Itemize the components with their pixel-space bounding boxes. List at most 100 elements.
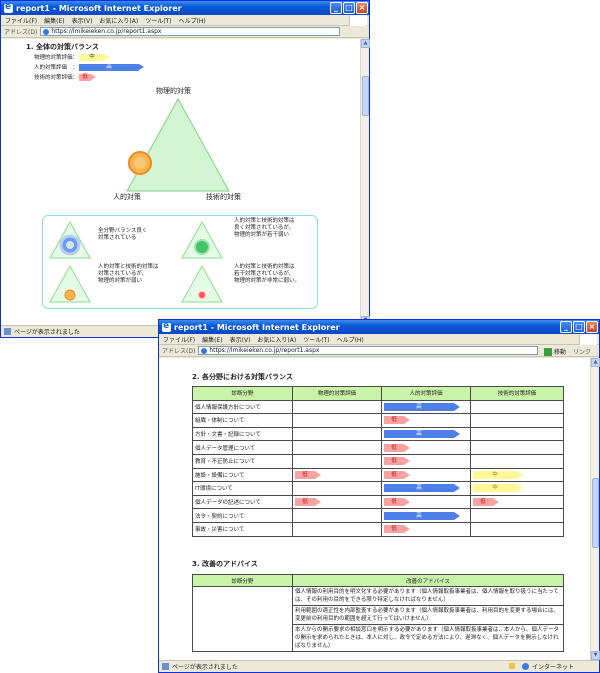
page-done-icon	[4, 327, 11, 335]
field-cell: IT環境について	[192, 481, 293, 496]
triangle-label-top: 物理的対策	[156, 87, 191, 95]
level-bar: 中	[473, 484, 523, 493]
balance-row-tech: 技術的対策評価：低	[34, 72, 139, 82]
ie-window-front[interactable]: report1 - Microsoft Internet Explorer _ …	[158, 319, 600, 673]
tech-cell	[470, 508, 564, 523]
menu-favorites[interactable]: お気に入り(A)	[257, 335, 296, 344]
status-bar: ページが表示されました インターネット	[159, 660, 599, 671]
table-row: 個人情報保護方針について 高	[192, 399, 564, 415]
menu-edit[interactable]: 編集(E)	[44, 16, 64, 25]
field-cell: 個人データ管理について	[192, 440, 293, 455]
vertical-scrollbar[interactable]: ▲ ▼	[360, 39, 370, 325]
menu-bar: ファイル(F) 編集(E) 表示(V) お気に入り(A) ツール(T) ヘルプ(…	[159, 334, 599, 345]
physical-cell	[292, 426, 382, 442]
level-bar: 低	[473, 498, 499, 507]
human-cell: 高	[381, 399, 471, 415]
physical-cell	[292, 453, 382, 469]
human-cell: 低	[381, 453, 471, 469]
scroll-thumb[interactable]	[362, 76, 369, 116]
close-button[interactable]: ×	[356, 2, 368, 14]
windows-logo-icon	[349, 15, 367, 26]
advice-text: 利用範囲の適正性を内部監査する必要があります（個人情報取扱事業者は、利用目的を変…	[292, 605, 564, 625]
menu-file[interactable]: ファイル(F)	[163, 335, 195, 344]
window-title: report1 - Microsoft Internet Explorer	[174, 322, 340, 332]
level-bar: 低	[384, 457, 410, 466]
level-bar: 低	[384, 443, 410, 452]
address-bar: アドレス(D) https://lmikeieken.co.jp/report1…	[159, 345, 599, 357]
scroll-up-arrow-icon[interactable]: ▲	[591, 358, 600, 367]
status-text: ページが表示されました	[172, 663, 238, 671]
table-row: 組織・体制について 低	[192, 413, 564, 428]
go-button[interactable]: 移動	[544, 347, 566, 356]
menu-favorites[interactable]: お気に入り(A)	[99, 16, 138, 25]
scroll-thumb[interactable]	[592, 478, 599, 548]
human-cell: 低	[381, 413, 471, 428]
menu-tools[interactable]: ツール(T)	[303, 335, 329, 344]
col-header-human: 人的対策評価	[381, 386, 471, 401]
human-cell: 低	[381, 440, 471, 455]
scroll-down-arrow-icon[interactable]: ▼	[591, 651, 600, 660]
level-tag: 中	[79, 53, 110, 61]
advice-field-cell	[192, 586, 293, 652]
page-done-icon	[162, 662, 169, 670]
scroll-up-arrow-icon[interactable]: ▲	[361, 39, 370, 48]
physical-cell	[292, 508, 382, 523]
legend-icon-physical-weak-slight	[181, 220, 223, 259]
close-button[interactable]: ×	[586, 321, 598, 333]
human-cell: 高	[381, 481, 471, 496]
level-tag: 高	[79, 63, 144, 71]
level-bar: 低	[384, 525, 410, 534]
menu-help[interactable]: ヘルプ(H)	[179, 16, 206, 25]
legend-text-3: 人的対策と技術的対策は 対策されているが、 物理的対策が弱い	[98, 264, 159, 284]
human-cell: 低	[381, 494, 471, 510]
address-input[interactable]: https://lmikeieken.co.jp/report1.aspx	[40, 27, 341, 36]
globe-icon	[522, 662, 529, 670]
status-text: ページが表示されました	[14, 328, 80, 336]
balance-label: 人的対策評価 ：	[34, 65, 79, 71]
menu-view[interactable]: 表示(V)	[72, 16, 93, 25]
table-row: 法令・契約について 高	[192, 508, 564, 523]
legend-text-1: 全分野バランス良く 対策されている	[98, 228, 148, 241]
ie-window-back[interactable]: report1 - Microsoft Internet Explorer _ …	[0, 0, 370, 338]
level-bar: 低	[295, 498, 321, 507]
level-bar: 低	[295, 470, 321, 479]
vertical-scrollbar[interactable]: ▲ ▼	[590, 358, 600, 660]
level-tag: 低	[79, 73, 96, 81]
url-text: https://lmikeieken.co.jp/report1.aspx	[51, 28, 162, 35]
human-cell: 低	[381, 467, 471, 483]
go-label: 移動	[554, 349, 567, 356]
ie-icon	[162, 321, 171, 332]
lock-icon	[509, 663, 515, 669]
title-bar[interactable]: report1 - Microsoft Internet Explorer _ …	[159, 320, 599, 334]
table-row: 施設・設備について低低中	[192, 467, 564, 483]
minimize-button[interactable]: _	[330, 2, 342, 14]
advice-header-advice: 改善のアドバイス	[292, 574, 564, 587]
level-bar: 高	[384, 511, 460, 520]
page-content: 2. 各分野における対策バランス 診断分野 物理的対策評価 人的対策評価 技術的…	[159, 358, 590, 660]
windows-logo-icon	[579, 334, 597, 345]
col-header-field: 診断分野	[192, 386, 293, 401]
col-header-physical: 物理的対策評価	[292, 386, 382, 401]
menu-view[interactable]: 表示(V)	[230, 335, 251, 344]
address-bar: アドレス(D) https://lmikeieken.co.jp/report1…	[1, 26, 369, 38]
menu-file[interactable]: ファイル(F)	[5, 16, 37, 25]
page-icon	[43, 28, 50, 35]
advice-row: 個人情報の利用目的を明文化する必要があります（個人情報取扱事業者は、個人情報を取…	[192, 586, 564, 652]
title-bar[interactable]: report1 - Microsoft Internet Explorer _ …	[1, 1, 369, 15]
level-bar: 低	[384, 470, 410, 479]
physical-cell	[292, 399, 382, 415]
physical-cell	[292, 440, 382, 455]
window-title: report1 - Microsoft Internet Explorer	[16, 3, 182, 13]
triangle-shape	[126, 97, 230, 192]
maximize-button[interactable]: □	[343, 2, 355, 14]
address-label: アドレス(D)	[4, 29, 38, 36]
menu-help[interactable]: ヘルプ(H)	[337, 335, 364, 344]
links-button[interactable]: リンク	[573, 347, 591, 356]
tech-cell	[470, 440, 564, 455]
address-input[interactable]: https://lmikeieken.co.jp/report1.aspx	[198, 346, 539, 355]
minimize-button[interactable]: _	[560, 321, 572, 333]
menu-tools[interactable]: ツール(T)	[145, 16, 171, 25]
maximize-button[interactable]: □	[573, 321, 585, 333]
human-cell: 高	[381, 426, 471, 442]
menu-edit[interactable]: 編集(E)	[202, 335, 222, 344]
